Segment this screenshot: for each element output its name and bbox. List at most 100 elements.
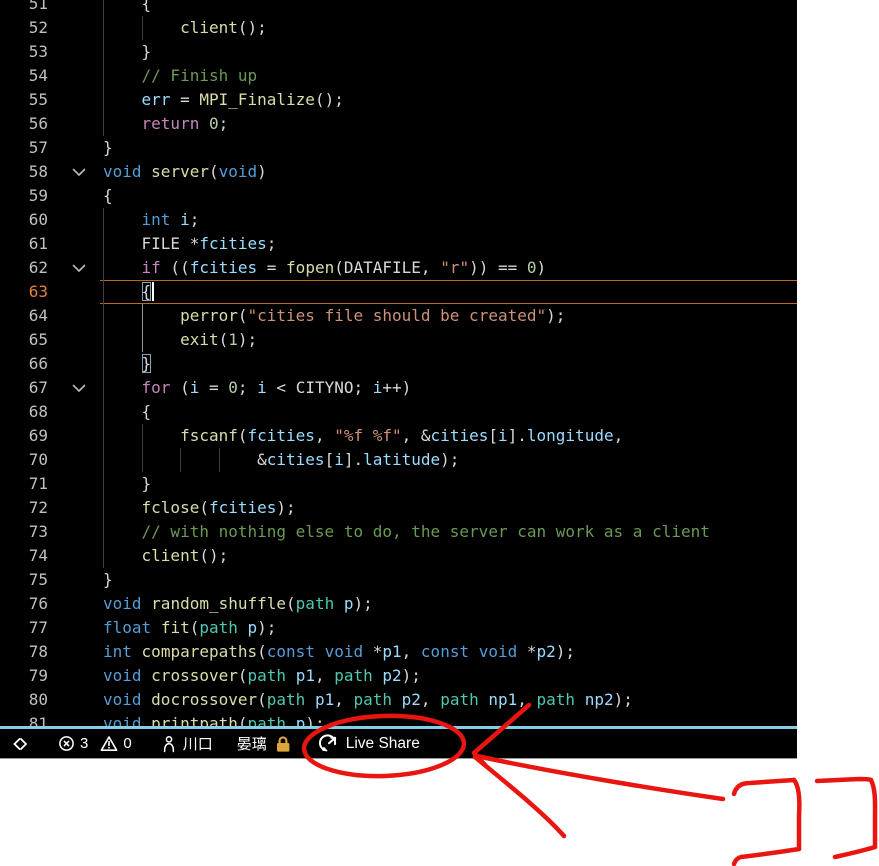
code-text: err = MPI_Finalize(); xyxy=(141,90,344,109)
code-line[interactable]: 66 } xyxy=(0,352,797,376)
annotation-arrow-shaft xyxy=(472,754,567,839)
code-line[interactable]: 60 int i; xyxy=(0,208,797,232)
code-line[interactable]: 65 exit(1); xyxy=(0,328,797,352)
code-line[interactable]: 57} xyxy=(0,136,797,160)
code-line[interactable]: 73 // with nothing else to do, the serve… xyxy=(0,520,797,544)
line-number: 53 xyxy=(28,42,48,61)
code-text: if ((fcities = fopen(DATAFILE, "r")) == … xyxy=(141,258,547,277)
code-line[interactable]: 80 void docrossover(path p1, path p2, pat… xyxy=(0,688,797,712)
warning-count: 0 xyxy=(123,735,132,752)
problems-indicator[interactable]: 3 0 xyxy=(58,735,132,752)
annotation-katakana-ko xyxy=(868,777,878,850)
warning-icon xyxy=(100,736,118,751)
participant-name: 晏璃 xyxy=(236,736,267,753)
code-text: &cities[i].latitude); xyxy=(103,450,460,469)
code-line[interactable]: 72 fclose(fcities); xyxy=(0,496,797,520)
line-number: 63 xyxy=(28,282,48,301)
code-line[interactable]: 56 return 0; xyxy=(0,112,797,136)
code-line[interactable]: 58 void server(void) xyxy=(0,160,797,184)
code-line[interactable]: 59 { xyxy=(0,184,797,208)
code-text: client(); xyxy=(180,18,267,37)
code-line[interactable]: 77 float fit(path p); xyxy=(0,616,797,640)
code-text: return 0; xyxy=(141,114,229,133)
line-number: 52 xyxy=(28,18,48,37)
code-lines: 51 {52 client(); 53 } 54 // Finish up 55 er… xyxy=(0,0,797,726)
line-number: 80 xyxy=(28,690,48,709)
error-count: 3 xyxy=(80,735,89,752)
code-line[interactable]: 52 client(); xyxy=(0,16,797,40)
code-line[interactable]: 76 void random_shuffle(path p); xyxy=(0,592,797,616)
line-number: 59 xyxy=(28,186,48,205)
line-number: 77 xyxy=(28,618,48,637)
code-line[interactable]: 71 } xyxy=(0,472,797,496)
fold-chevron-icon[interactable] xyxy=(66,160,92,184)
line-number: 70 xyxy=(28,450,48,469)
code-text: void crossover(path p1, path p2); xyxy=(103,666,421,685)
code-line[interactable]: 79 void crossover(path p1, path p2); xyxy=(0,664,797,688)
code-text: int comparepaths(const void *p1, const v… xyxy=(103,642,576,661)
code-line[interactable]: 69 fscanf(fcities, "%f %f", &cities[i].l… xyxy=(0,424,797,448)
code-text: // with nothing else to do, the server c… xyxy=(141,522,710,541)
line-number: 72 xyxy=(28,498,48,517)
live-share-button[interactable]: Live Share xyxy=(318,733,420,754)
code-text: fclose(fcities); xyxy=(141,498,296,517)
annotation-katakana-ko xyxy=(731,777,797,797)
line-number: 71 xyxy=(28,474,48,493)
code-text: } xyxy=(103,570,113,589)
code-text: } xyxy=(103,138,113,157)
line-number: 78 xyxy=(28,642,48,661)
code-line[interactable]: 61 FILE *fcities; xyxy=(0,232,797,256)
code-line[interactable]: 78 int comparepaths(const void *p1, const… xyxy=(0,640,797,664)
annotation-katakana-ko xyxy=(814,776,874,784)
line-number: 73 xyxy=(28,522,48,541)
fold-chevron-icon[interactable] xyxy=(66,376,92,400)
code-line[interactable]: 54 // Finish up xyxy=(0,64,797,88)
line-number: 79 xyxy=(28,666,48,685)
error-icon xyxy=(59,736,74,751)
code-line[interactable]: 67 for (i = 0; i < CITYNO; i++) xyxy=(0,376,797,400)
code-text: fscanf(fcities, "%f %f", &cities[i].long… xyxy=(180,426,624,445)
line-number: 68 xyxy=(28,402,48,421)
line-number: 61 xyxy=(28,234,48,253)
annotation-katakana-ko xyxy=(731,846,802,866)
code-line[interactable]: 70 &cities[i].latitude); xyxy=(0,448,797,472)
code-line[interactable]: 53 } xyxy=(0,40,797,64)
line-number: 54 xyxy=(28,66,48,85)
line-number: 60 xyxy=(28,210,48,229)
line-number: 74 xyxy=(28,546,48,565)
code-line[interactable]: 55 err = MPI_Finalize(); xyxy=(0,88,797,112)
code-text: void docrossover(path p1, path p2, path … xyxy=(103,690,633,709)
code-line[interactable]: 74 client(); xyxy=(0,544,797,568)
code-text: void server(void) xyxy=(103,162,267,181)
code-line[interactable]: 63 { xyxy=(0,280,797,304)
remote-indicator-button[interactable] xyxy=(11,735,30,753)
code-editor[interactable]: 51 {52 client(); 53 } 54 // Finish up 55 er… xyxy=(0,0,797,726)
text-cursor xyxy=(152,282,155,301)
code-text: } xyxy=(103,474,152,493)
code-text: { xyxy=(103,186,113,205)
code-text: { xyxy=(103,280,155,304)
live-share-label: Live Share xyxy=(345,734,420,752)
code-text: exit(1); xyxy=(180,330,258,349)
code-line[interactable]: 62 if ((fcities = fopen(DATAFILE, "r")) … xyxy=(0,256,797,280)
participant-kawaguchi[interactable]: 川口 xyxy=(162,733,213,754)
code-line[interactable]: 68 { xyxy=(0,400,797,424)
code-text: void random_shuffle(path p); xyxy=(103,594,373,613)
code-line[interactable]: 64 perror("cities file should be created… xyxy=(0,304,797,328)
code-text: // Finish up xyxy=(141,66,258,85)
line-number: 67 xyxy=(28,378,48,397)
line-number: 81 xyxy=(28,714,48,726)
participant-name: 川口 xyxy=(182,736,213,753)
fold-chevron-icon[interactable] xyxy=(66,256,92,280)
current-line-highlight xyxy=(100,280,797,304)
line-number: 66 xyxy=(28,354,48,373)
code-line[interactable]: 75} xyxy=(0,568,797,592)
status-bar: 3 0 川口 晏璃 Live Share xyxy=(0,729,797,758)
code-line[interactable]: 81 void printpath(path p); xyxy=(0,712,797,726)
statusbar-bottom-edge xyxy=(0,758,797,759)
line-number: 62 xyxy=(28,258,48,277)
participant-anri[interactable]: 晏璃 xyxy=(237,733,292,754)
code-text: FILE *fcities; xyxy=(103,234,277,253)
code-text: for (i = 0; i < CITYNO; i++) xyxy=(141,378,412,397)
code-line[interactable]: 51 { xyxy=(0,0,797,16)
